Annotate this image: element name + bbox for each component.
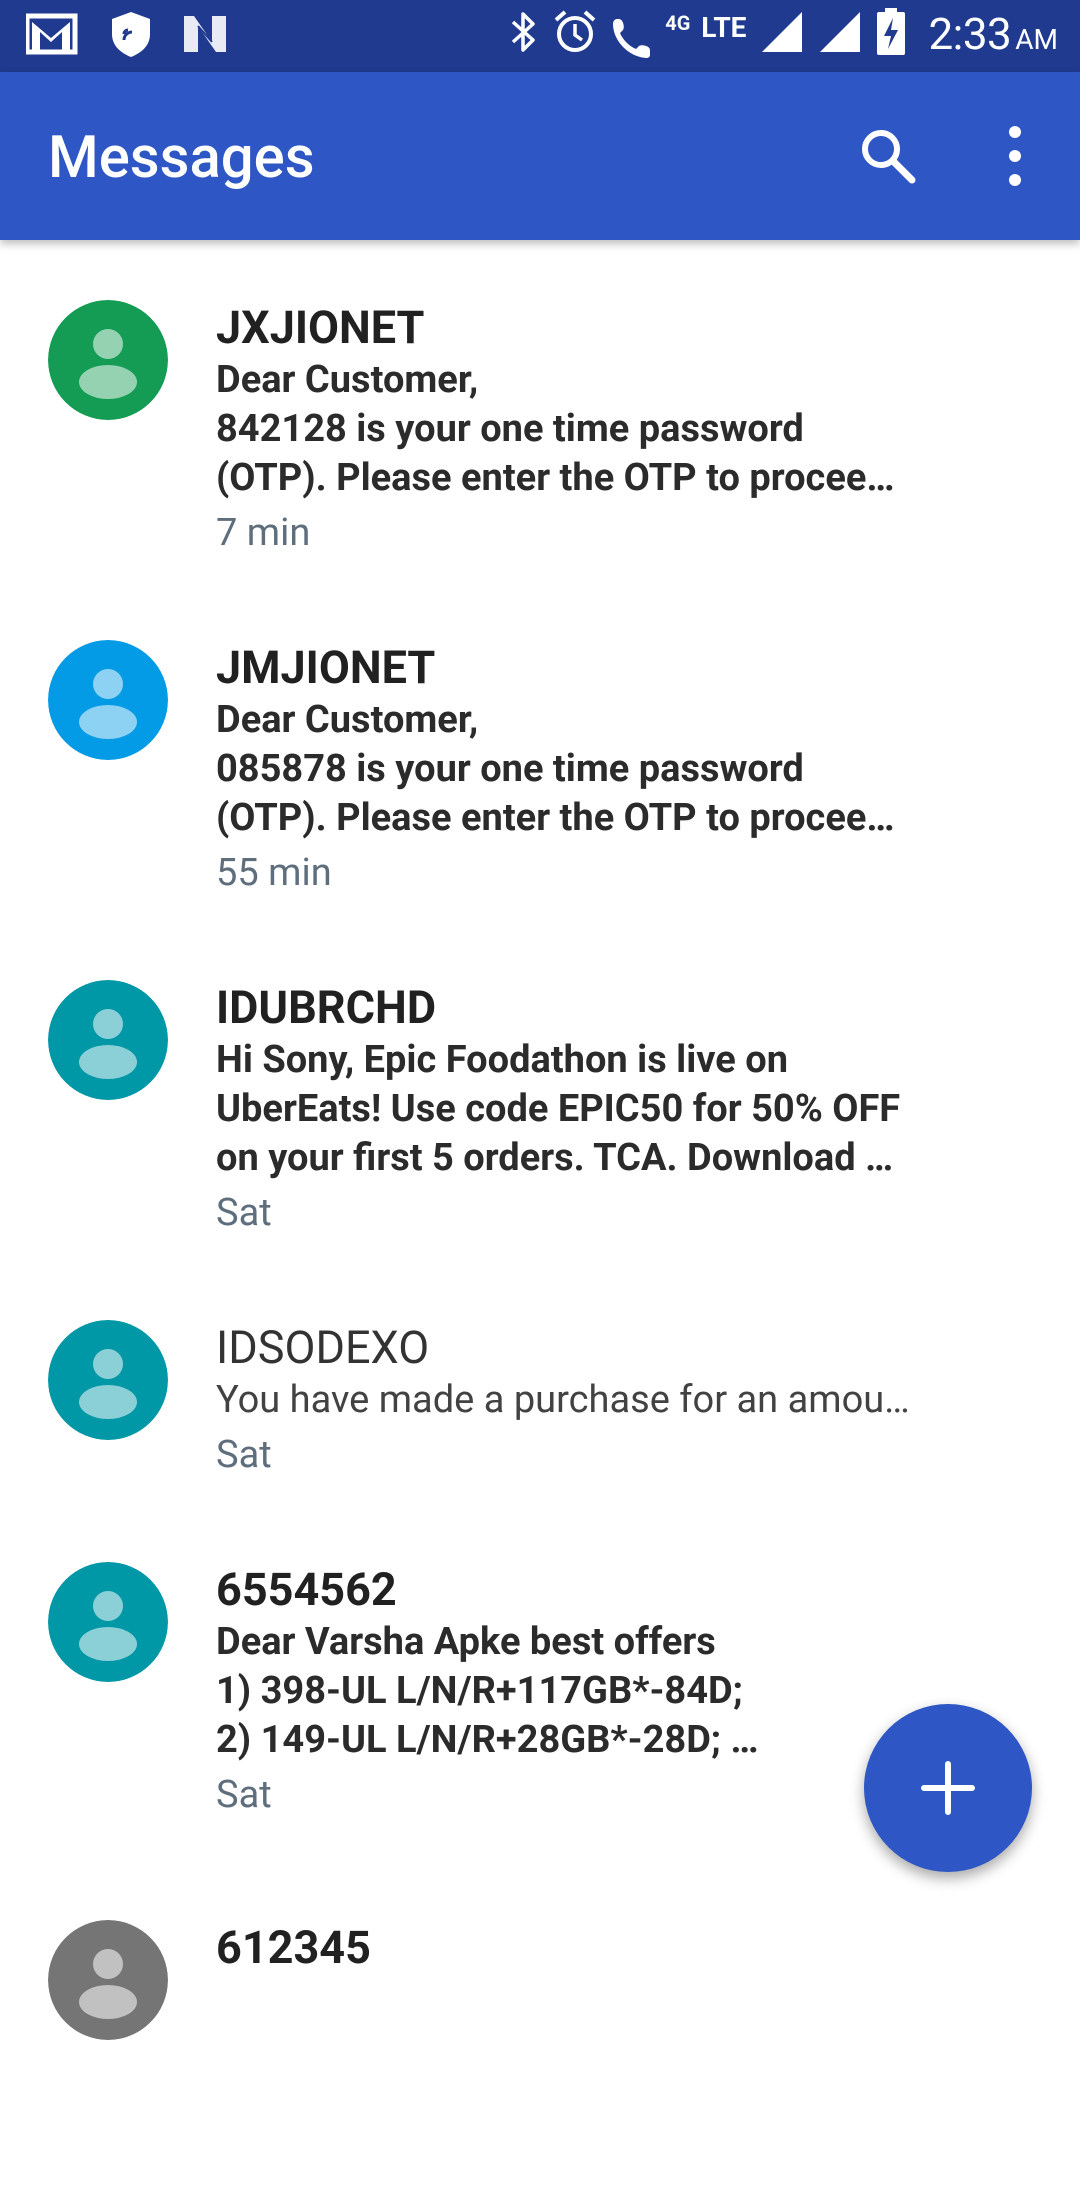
conversation-text: IDUBRCHD Hi Sony, Epic Foodathon is live … (216, 980, 984, 1241)
avatar-bg (48, 1320, 168, 1440)
snippet-line: Dear Varsha Apke best offers (216, 1620, 716, 1664)
call-network-label: 4G (665, 11, 691, 35)
avatar[interactable] (48, 980, 168, 1100)
conversation-snippet: You have made a purchase for an amou… (216, 1376, 984, 1425)
conversation-snippet: Dear Customer, 085878 is your one time pa… (216, 696, 984, 843)
snippet-line: 842128 is your one time password (216, 407, 804, 451)
conversation-text: 612345 (216, 1920, 984, 1976)
snippet-line: Hi Sony, Epic Foodathon is live on (216, 1038, 788, 1082)
conversation-timestamp: Sat (216, 1191, 272, 1235)
snippet-line: 1) 398-UL L/N/R+117GB*-84D; (216, 1669, 743, 1713)
avatar-bg (48, 300, 168, 420)
person-icon (48, 1920, 168, 2040)
avatar-bg (48, 640, 168, 760)
conversation-sender: IDUBRCHD (216, 981, 437, 1034)
n-app-icon (182, 12, 228, 60)
search-icon (862, 130, 916, 184)
clock: 2:33 AM (928, 8, 1058, 60)
person-icon (48, 640, 168, 760)
person-icon (48, 1562, 168, 1682)
snippet-line: UberEats! Use code EPIC50 for 50% OFF (216, 1087, 901, 1131)
gmail-icon (24, 12, 80, 60)
conversation-text: JXJIONET Dear Customer, 842128 is your one… (216, 300, 984, 561)
plus-icon (921, 1761, 975, 1815)
conversation-sender: JXJIONET (216, 301, 425, 354)
person-icon (48, 300, 168, 420)
app-bar: Messages (0, 72, 1080, 240)
shield-icon (110, 10, 152, 62)
bluetooth-icon (509, 9, 539, 59)
conversation-timestamp: Sat (216, 1433, 272, 1477)
snippet-line: Dear Customer, (216, 698, 479, 742)
more-options-button[interactable] (990, 122, 1040, 190)
snippet-line: You have made a purchase for an amou… (216, 1378, 910, 1422)
status-bar-right: 4G LTE 2:33 AM (509, 8, 1058, 60)
avatar-bg (48, 1920, 168, 2040)
avatar-bg (48, 980, 168, 1100)
clock-ampm: AM (1015, 23, 1058, 56)
avatar[interactable] (48, 300, 168, 420)
conversation-sender: IDSODEXO (216, 1321, 430, 1374)
conversation-item[interactable]: JMJIONET Dear Customer, 085878 is your one… (0, 620, 1080, 920)
conversation-snippet: Dear Customer, 842128 is your one time pa… (216, 356, 984, 503)
avatar-bg (48, 1562, 168, 1682)
avatar[interactable] (48, 1920, 168, 2040)
avatar[interactable] (48, 1562, 168, 1682)
signal-icon (818, 10, 862, 58)
conversation-sender: 612345 (216, 1921, 371, 1974)
conversation-text: JMJIONET Dear Customer, 085878 is your one… (216, 640, 984, 901)
conversation-timestamp: 7 min (216, 511, 311, 555)
conversation-item[interactable]: 612345 (0, 1900, 1080, 2200)
clock-time: 2:33 (928, 8, 1012, 60)
conversation-timestamp: 55 min (216, 851, 332, 895)
avatar[interactable] (48, 1320, 168, 1440)
snippet-line: (OTP). Please enter the OTP to procee… (216, 456, 895, 500)
wifi-calling-icon: 4G (611, 9, 691, 59)
new-message-button[interactable] (864, 1704, 1032, 1872)
status-bar: 4G LTE 2:33 AM (0, 0, 1080, 72)
alarm-icon (553, 9, 597, 59)
person-icon (48, 1320, 168, 1440)
conversation-snippet: Dear Varsha Apke best offers 1) 398-UL L/… (216, 1618, 984, 1765)
person-icon (48, 980, 168, 1100)
conversation-item[interactable]: JXJIONET Dear Customer, 842128 is your one… (0, 280, 1080, 580)
status-bar-left (24, 10, 228, 62)
snippet-line: (OTP). Please enter the OTP to procee… (216, 796, 895, 840)
conversation-text: IDSODEXO You have made a purchase for an … (216, 1320, 984, 1483)
search-button[interactable] (856, 124, 920, 188)
signal-icon (760, 10, 804, 58)
snippet-line: Dear Customer, (216, 358, 479, 402)
avatar[interactable] (48, 640, 168, 760)
conversation-snippet: Hi Sony, Epic Foodathon is live on UberEa… (216, 1036, 984, 1183)
conversation-sender: JMJIONET (216, 641, 436, 694)
conversation-item[interactable]: IDUBRCHD Hi Sony, Epic Foodathon is live … (0, 960, 1080, 1260)
more-vert-icon (1009, 126, 1021, 186)
page-title: Messages (48, 124, 315, 192)
conversation-sender: 6554562 (216, 1563, 397, 1616)
snippet-line: on your first 5 orders. TCA. Download … (216, 1136, 894, 1180)
battery-charging-icon (876, 8, 906, 60)
snippet-line: 085878 is your one time password (216, 747, 804, 791)
network-type: LTE (701, 10, 747, 44)
conversation-list[interactable]: JXJIONET Dear Customer, 842128 is your one… (0, 240, 1080, 2040)
